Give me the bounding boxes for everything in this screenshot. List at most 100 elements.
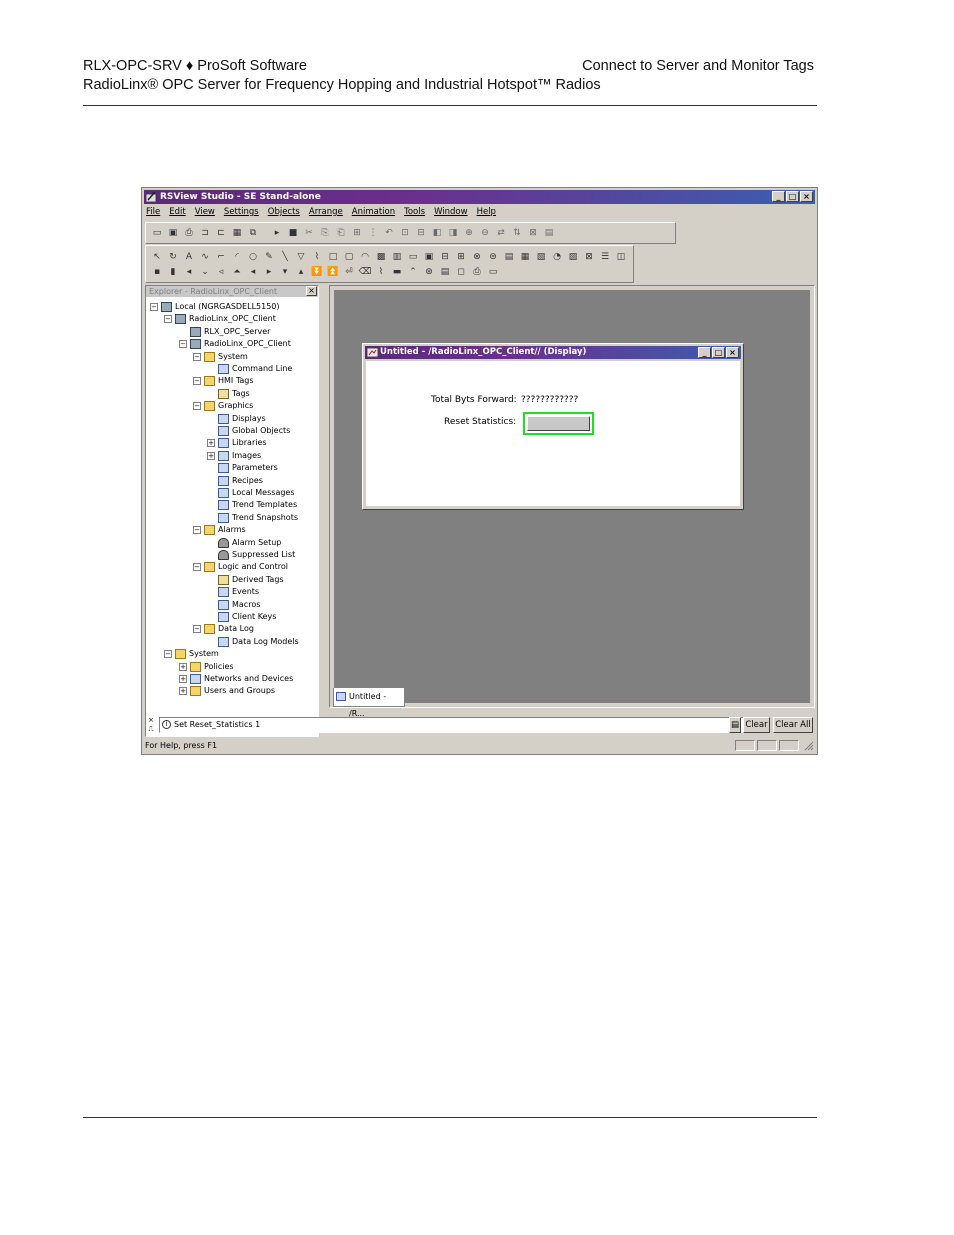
tab-untitled-display[interactable]: Untitled - /R... <box>333 688 405 718</box>
multistate-ind-icon[interactable]: ◫ <box>614 250 628 263</box>
tree-item[interactable]: − Logic and Control <box>193 561 288 573</box>
text-tool-icon[interactable]: A <box>182 250 196 263</box>
tree-item[interactable]: + Users and Groups <box>179 685 275 697</box>
string-input-icon[interactable]: ▦ <box>518 250 532 263</box>
tree-item[interactable]: − System <box>193 351 248 363</box>
collapse-icon[interactable]: − <box>193 402 201 411</box>
menu-view[interactable]: View <box>195 206 215 219</box>
bar-graph-icon[interactable]: ▮ <box>166 265 180 278</box>
numeric-input-icon[interactable]: ▤ <box>502 250 516 263</box>
tag-browser-icon[interactable]: ▤ <box>542 227 556 240</box>
tree-item[interactable]: Client Keys <box>207 611 276 623</box>
up-icon[interactable]: ▴ <box>294 265 308 278</box>
flip-v-icon[interactable]: ⇅ <box>510 227 524 240</box>
tree-item[interactable]: Alarm Setup <box>207 537 281 549</box>
menu-settings[interactable]: Settings <box>224 206 259 219</box>
tree-item[interactable]: Data Log Models <box>207 636 299 648</box>
screen-tool-icon[interactable]: ▭ <box>486 265 500 278</box>
tree-item[interactable]: Local Messages <box>207 487 295 499</box>
back-icon[interactable]: ◨ <box>446 227 460 240</box>
tree-item[interactable]: RLX_OPC_Server <box>179 326 270 338</box>
tree-item[interactable]: + Networks and Devices <box>179 673 293 685</box>
display-minimize-button[interactable]: _ <box>698 347 711 358</box>
rotate-tool-icon[interactable]: ↻ <box>166 250 180 263</box>
next-icon[interactable]: ▸ <box>262 265 276 278</box>
rectangle-icon[interactable]: □ <box>326 250 340 263</box>
tree-item[interactable]: Recipes <box>207 475 263 487</box>
tree-item[interactable]: + Libraries <box>207 437 267 449</box>
tree-item[interactable]: Command Line <box>207 363 292 375</box>
tree-item[interactable]: − HMI Tags <box>193 375 254 387</box>
enter-icon[interactable]: ⏎ <box>342 265 356 278</box>
clear-icon[interactable]: ⌫ <box>358 265 372 278</box>
collapse-icon[interactable]: − <box>193 377 201 386</box>
ctrl-icon[interactable]: ⌃ <box>406 265 420 278</box>
new-display-icon[interactable]: ⊐ <box>198 227 212 240</box>
undo-icon[interactable]: ↶ <box>382 227 396 240</box>
tree-item[interactable]: − Alarms <box>193 524 246 536</box>
collapse-icon[interactable]: − <box>164 315 172 324</box>
menu-tools[interactable]: Tools <box>404 206 425 219</box>
symbol-icon[interactable]: ▪ <box>150 265 164 278</box>
collapse-icon[interactable]: − <box>150 303 158 311</box>
list-indicator-icon[interactable]: ☰ <box>598 250 612 263</box>
front-icon[interactable]: ◧ <box>430 227 444 240</box>
polyline-icon[interactable]: ⌇ <box>310 250 324 263</box>
display-titlebar[interactable]: Untitled - /RadioLinx_OPC_Client// (Disp… <box>365 346 741 359</box>
tree-item[interactable]: − RadioLinx_OPC_Client <box>164 313 276 325</box>
flip-h-icon[interactable]: ⇄ <box>494 227 508 240</box>
collapse-icon[interactable]: − <box>193 563 201 572</box>
interlock-icon[interactable]: ⊗ <box>470 250 484 263</box>
display-icon-btn[interactable]: ▧ <box>534 250 548 263</box>
down-icon[interactable]: ▾ <box>278 265 292 278</box>
window-tool-icon[interactable]: ◻ <box>454 265 468 278</box>
scale-icon[interactable]: ⊠ <box>582 250 596 263</box>
align-icon[interactable]: ⋮ <box>366 227 380 240</box>
expand-icon[interactable]: + <box>179 687 187 696</box>
collapse-icon[interactable]: − <box>193 352 201 361</box>
tree-item[interactable]: Events <box>207 586 259 598</box>
copy-icon[interactable]: ⧉ <box>246 227 260 240</box>
grid-icon[interactable]: ▦ <box>230 227 244 240</box>
graph-icon[interactable]: ▨ <box>566 250 580 263</box>
collapse-icon[interactable]: − <box>164 650 172 659</box>
expand-icon[interactable]: + <box>179 675 187 683</box>
stop-icon[interactable]: ■ <box>286 227 300 240</box>
gauge-icon[interactable]: ◔ <box>550 250 564 263</box>
group-icon[interactable]: ⊡ <box>398 227 412 240</box>
alarm-banner-icon[interactable]: ▬ <box>390 265 404 278</box>
menu-arrange[interactable]: Arrange <box>309 206 343 219</box>
latched-icon[interactable]: ⊟ <box>438 250 452 263</box>
collapse-icon[interactable]: − <box>193 625 201 634</box>
tree-item[interactable]: Trend Templates <box>207 499 297 511</box>
page-down-icon[interactable]: ⏬ <box>310 265 324 278</box>
tree-item[interactable]: Global Objects <box>207 425 290 437</box>
new-icon[interactable]: ▭ <box>150 227 164 240</box>
reset-statistics-button[interactable] <box>523 412 594 435</box>
trend-tool-icon[interactable]: ⌇ <box>374 265 388 278</box>
recipe-tool-icon[interactable]: ▤ <box>438 265 452 278</box>
clear-button[interactable]: Clear <box>743 717 770 733</box>
left-arrow-icon[interactable]: ◂ <box>182 265 196 278</box>
tree-item[interactable]: Tags <box>207 388 250 400</box>
diag-line-icon[interactable]: ╲ <box>278 250 292 263</box>
open-icon[interactable]: ⊏ <box>214 227 228 240</box>
expand-icon[interactable]: + <box>207 451 215 460</box>
button-tool-icon[interactable]: ▭ <box>406 250 420 263</box>
tree-item[interactable]: + Images <box>207 450 261 462</box>
clear-all-button[interactable]: Clear All <box>773 717 813 733</box>
home-icon[interactable]: ⏶ <box>230 265 244 278</box>
tree-item[interactable]: Macros <box>207 599 260 611</box>
tree-item[interactable]: − Local (NGRGASDELL5150) <box>150 301 280 313</box>
activex-icon[interactable]: ⊛ <box>422 265 436 278</box>
collapse-icon[interactable]: − <box>193 526 201 535</box>
menu-edit[interactable]: Edit <box>169 206 185 219</box>
tree-item[interactable]: Suppressed List <box>207 549 295 561</box>
tree-item[interactable]: Parameters <box>207 462 278 474</box>
select-icon[interactable]: ▸ <box>270 227 284 240</box>
tree-item[interactable]: Derived Tags <box>207 574 284 586</box>
expand-icon[interactable]: + <box>207 439 215 448</box>
diagnostics-scroll-button[interactable]: ▤ <box>729 717 741 733</box>
properties-icon[interactable]: ⊠ <box>526 227 540 240</box>
window-titlebar[interactable]: RSView Studio - SE Stand-alone _ □ × <box>144 190 815 204</box>
